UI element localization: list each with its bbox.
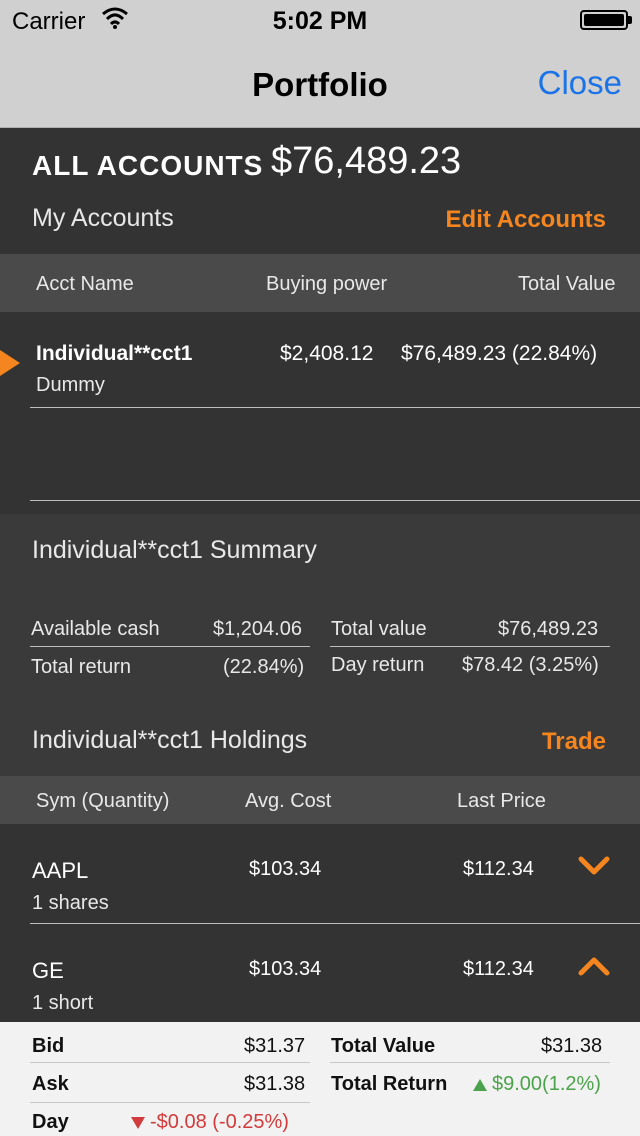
ask-value: $31.38	[244, 1073, 306, 1095]
col-buying-power: Buying power	[266, 273, 388, 295]
col-sym-quantity: Sym (Quantity)	[36, 790, 170, 812]
holding-row[interactable]: AAPL 1 shares $103.34 $112.34	[0, 824, 640, 924]
holding-last-price: $112.34	[463, 958, 534, 980]
account-sub: Dummy	[36, 374, 105, 396]
total-value-amount: $31.38	[541, 1035, 603, 1057]
day-return-value: $78.42 (3.25%)	[462, 654, 599, 676]
holding-symbol: GE	[32, 958, 64, 983]
total-value-label: Total value	[331, 618, 427, 640]
total-return-value: $9.00(1.2%)	[492, 1073, 601, 1095]
accounts-table-header: Acct Name Buying power Total Value	[0, 254, 640, 312]
detail-divider	[30, 1062, 310, 1063]
chevron-up-icon[interactable]	[578, 956, 610, 976]
bid-label: Bid	[32, 1035, 65, 1057]
summary-title: Individual**cct1 Summary	[32, 536, 317, 564]
row-divider	[30, 407, 640, 408]
chevron-down-icon[interactable]	[578, 856, 610, 876]
available-cash-value: $1,204.06	[213, 618, 302, 640]
account-buying-power: $2,408.12	[280, 342, 374, 365]
holdings-list: AAPL 1 shares $103.34 $112.34 GE 1 short…	[0, 824, 640, 1022]
account-summary: Individual**cct1 Summary Available cash …	[0, 514, 640, 776]
total-return-change: $9.00(1.2%)	[472, 1073, 601, 1096]
holding-avg-cost: $103.34	[249, 958, 322, 980]
nav-bar: Portfolio Close	[0, 40, 640, 128]
total-return-label: Total Return	[331, 1073, 448, 1095]
bid-value: $31.37	[244, 1035, 306, 1057]
edit-accounts-button[interactable]: Edit Accounts	[446, 206, 606, 234]
accounts-header: ALL ACCOUNTS $76,489.23 My Accounts Edit…	[0, 128, 640, 254]
holdings-table-header: Sym (Quantity) Avg. Cost Last Price	[0, 776, 640, 824]
col-acct-name: Acct Name	[36, 273, 134, 295]
day-change: -$0.08 (-0.25%)	[130, 1111, 289, 1134]
all-accounts-value: $76,489.23	[271, 140, 462, 182]
battery-icon	[580, 10, 628, 30]
detail-divider	[30, 1102, 310, 1103]
holding-quantity: 1 shares	[32, 892, 109, 914]
holding-row[interactable]: GE 1 short $103.34 $112.34	[0, 924, 640, 1024]
day-change-value: -$0.08 (-0.25%)	[150, 1111, 289, 1133]
holding-symbol: AAPL	[32, 858, 89, 883]
available-cash-label: Available cash	[31, 618, 160, 640]
account-row[interactable]: Individual**cct1 Dummy $2,408.12 $76,489…	[0, 314, 640, 408]
row-divider	[30, 500, 640, 501]
total-value-value: $76,489.23	[498, 618, 599, 640]
account-total-value: $76,489.23 (22.84%)	[401, 342, 598, 365]
close-button[interactable]: Close	[538, 64, 622, 102]
trade-button[interactable]: Trade	[542, 728, 606, 756]
col-avg-cost: Avg. Cost	[245, 790, 332, 812]
selected-arrow-icon	[0, 350, 20, 376]
summary-divider	[330, 646, 610, 647]
total-return-value: (22.84%)	[223, 656, 305, 678]
holdings-title: Individual**cct1 Holdings	[32, 726, 308, 754]
col-last-price: Last Price	[457, 790, 546, 812]
detail-divider	[330, 1062, 610, 1063]
up-triangle-icon	[473, 1078, 487, 1091]
account-name: Individual**cct1	[36, 342, 193, 365]
status-bar: Carrier 5:02 PM	[0, 0, 640, 40]
total-value-label: Total Value	[331, 1035, 436, 1057]
holding-avg-cost: $103.34	[249, 858, 322, 880]
holding-quantity: 1 short	[32, 992, 94, 1014]
total-return-label: Total return	[31, 656, 132, 678]
accounts-list: Individual**cct1 Dummy $2,408.12 $76,489…	[0, 314, 640, 514]
battery-cap	[628, 16, 632, 24]
ask-label: Ask	[32, 1073, 69, 1095]
down-triangle-icon	[131, 1116, 145, 1129]
all-accounts-label: ALL ACCOUNTS	[32, 150, 264, 181]
holding-last-price: $112.34	[463, 858, 534, 880]
summary-divider	[30, 646, 310, 647]
status-time: 5:02 PM	[272, 7, 368, 35]
my-accounts-label: My Accounts	[32, 204, 174, 232]
day-return-label: Day return	[331, 654, 425, 676]
col-total-value: Total Value	[518, 273, 616, 295]
quote-detail-panel: Bid $31.37 Ask $31.38 Day -$0.08 (-0.25%…	[0, 1022, 640, 1136]
day-label: Day	[32, 1111, 69, 1133]
